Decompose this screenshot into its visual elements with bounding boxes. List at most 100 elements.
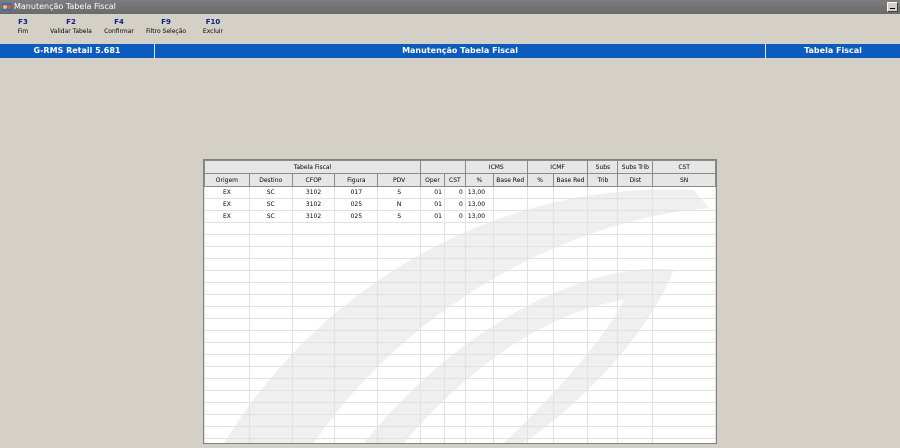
table-cell[interactable] xyxy=(204,366,250,379)
f2-validate-button[interactable]: F2 Validar Tabela xyxy=(45,17,97,37)
table-cell[interactable] xyxy=(617,258,654,271)
table-cell[interactable] xyxy=(464,270,494,283)
table-cell[interactable] xyxy=(291,402,336,415)
column-header[interactable]: PDV xyxy=(377,173,421,187)
table-cell[interactable] xyxy=(652,282,716,295)
table-cell[interactable] xyxy=(248,378,293,391)
table-cell[interactable] xyxy=(526,234,554,247)
table-cell[interactable] xyxy=(204,306,250,319)
table-cell[interactable] xyxy=(652,378,716,391)
table-cell[interactable] xyxy=(443,330,466,343)
table-cell[interactable] xyxy=(587,354,619,367)
table-cell[interactable] xyxy=(334,402,379,415)
empty-table-row[interactable] xyxy=(204,246,716,259)
table-cell[interactable]: EX xyxy=(204,186,250,199)
table-cell[interactable] xyxy=(377,234,421,247)
table-cell[interactable] xyxy=(248,318,293,331)
table-cell[interactable] xyxy=(492,390,528,403)
table-cell[interactable] xyxy=(526,246,554,259)
table-cell[interactable] xyxy=(526,426,554,439)
table-cell[interactable] xyxy=(617,366,654,379)
table-cell[interactable] xyxy=(587,222,619,235)
table-cell[interactable] xyxy=(443,366,466,379)
table-cell[interactable] xyxy=(552,186,589,199)
table-cell[interactable] xyxy=(587,414,619,427)
table-cell[interactable] xyxy=(419,330,445,343)
table-cell[interactable] xyxy=(443,378,466,391)
table-cell[interactable] xyxy=(419,426,445,439)
table-cell[interactable] xyxy=(377,354,421,367)
column-header[interactable]: Destino xyxy=(248,173,293,187)
table-cell[interactable]: 025 xyxy=(334,198,379,211)
table-cell[interactable] xyxy=(587,366,619,379)
table-cell[interactable] xyxy=(334,282,379,295)
table-cell[interactable] xyxy=(419,258,445,271)
table-cell[interactable] xyxy=(552,294,589,307)
table-cell[interactable] xyxy=(492,402,528,415)
table-cell[interactable] xyxy=(377,342,421,355)
table-cell[interactable] xyxy=(492,222,528,235)
empty-table-row[interactable] xyxy=(204,378,716,391)
table-cell[interactable] xyxy=(552,198,589,211)
table-cell[interactable] xyxy=(526,198,554,211)
table-cell[interactable] xyxy=(419,438,445,443)
table-cell[interactable] xyxy=(377,438,421,443)
table-row[interactable]: EX SC 3102 025 S 01 0 13,00 xyxy=(204,210,716,223)
table-cell[interactable] xyxy=(443,342,466,355)
table-cell[interactable] xyxy=(204,318,250,331)
table-cell[interactable] xyxy=(552,414,589,427)
table-cell[interactable]: S xyxy=(377,186,421,199)
table-cell[interactable] xyxy=(464,390,494,403)
table-cell[interactable] xyxy=(652,210,716,223)
table-cell[interactable] xyxy=(204,330,250,343)
table-cell[interactable] xyxy=(464,378,494,391)
table-cell[interactable] xyxy=(464,426,494,439)
table-cell[interactable] xyxy=(617,342,654,355)
table-cell[interactable] xyxy=(492,342,528,355)
table-cell[interactable] xyxy=(652,294,716,307)
table-cell[interactable] xyxy=(419,378,445,391)
minimize-button[interactable] xyxy=(887,2,898,12)
column-header[interactable]: Dist xyxy=(617,173,654,187)
table-cell[interactable] xyxy=(248,390,293,403)
empty-table-row[interactable] xyxy=(204,222,716,235)
table-cell[interactable] xyxy=(291,294,336,307)
table-cell[interactable] xyxy=(492,282,528,295)
table-cell[interactable] xyxy=(617,198,654,211)
table-cell[interactable] xyxy=(377,246,421,259)
table-cell[interactable]: 025 xyxy=(334,210,379,223)
column-header[interactable]: Figura xyxy=(334,173,379,187)
table-cell[interactable] xyxy=(419,222,445,235)
fiscal-table-grid[interactable]: Tabela Fiscal ICMS ICMF Subs Subs Trib C… xyxy=(203,159,717,444)
table-cell[interactable] xyxy=(617,390,654,403)
table-row[interactable]: EX SC 3102 017 S 01 0 13,00 xyxy=(204,186,716,199)
table-cell[interactable] xyxy=(492,414,528,427)
table-cell[interactable] xyxy=(419,318,445,331)
f3-exit-button[interactable]: F3 Fim xyxy=(6,17,40,37)
table-cell[interactable] xyxy=(443,426,466,439)
table-cell[interactable]: SC xyxy=(248,198,293,211)
table-cell[interactable] xyxy=(526,306,554,319)
table-cell[interactable] xyxy=(652,366,716,379)
table-cell[interactable] xyxy=(587,390,619,403)
table-cell[interactable]: EX xyxy=(204,210,250,223)
table-cell[interactable] xyxy=(652,402,716,415)
f4-confirm-button[interactable]: F4 Confirmar xyxy=(99,17,139,37)
table-cell[interactable] xyxy=(617,438,654,443)
table-cell[interactable] xyxy=(464,318,494,331)
table-cell[interactable] xyxy=(334,222,379,235)
table-cell[interactable] xyxy=(248,414,293,427)
table-cell[interactable] xyxy=(617,270,654,283)
table-cell[interactable] xyxy=(587,282,619,295)
table-cell[interactable] xyxy=(291,246,336,259)
table-cell[interactable] xyxy=(492,354,528,367)
table-cell[interactable] xyxy=(204,426,250,439)
table-cell[interactable] xyxy=(248,222,293,235)
table-cell[interactable] xyxy=(617,426,654,439)
table-cell[interactable] xyxy=(443,438,466,443)
empty-table-row[interactable] xyxy=(204,282,716,295)
table-cell[interactable] xyxy=(464,246,494,259)
table-cell[interactable] xyxy=(617,294,654,307)
table-cell[interactable] xyxy=(248,438,293,443)
table-cell[interactable] xyxy=(587,306,619,319)
